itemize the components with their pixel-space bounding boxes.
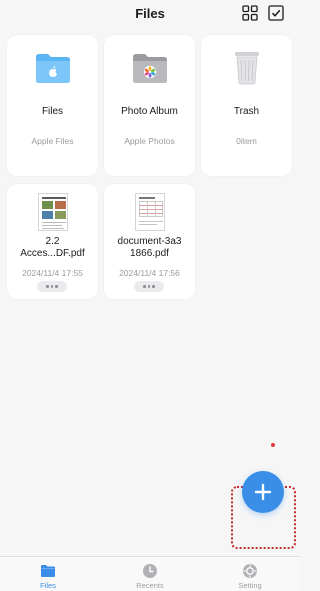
settings-icon xyxy=(243,564,257,578)
checkbox-icon xyxy=(268,5,284,21)
document-title-line2: Acces...DF.pdf xyxy=(20,248,85,259)
more-dot xyxy=(50,285,54,288)
tile-trash[interactable]: Trash 0item xyxy=(201,35,292,176)
more-options-button[interactable] xyxy=(37,281,67,292)
tile-subtitle: 0item xyxy=(236,136,257,146)
document-title-line1: document-3a3 xyxy=(117,236,182,247)
grid-view-button[interactable] xyxy=(241,4,259,22)
tile-title: Trash xyxy=(233,106,260,117)
tile-subtitle: Apple Files xyxy=(31,136,74,146)
photos-folder-icon xyxy=(104,52,195,84)
clock-icon xyxy=(143,564,157,578)
tab-label: Files xyxy=(40,581,56,590)
document-date: 2024/11/4 17:56 xyxy=(119,268,180,278)
tab-setting[interactable]: Setting xyxy=(220,559,280,591)
more-dot xyxy=(152,285,155,288)
tab-recents[interactable]: Recents xyxy=(120,559,180,591)
more-dot xyxy=(147,285,151,288)
tab-label: Setting xyxy=(238,581,262,590)
tab-files[interactable]: Files xyxy=(18,559,78,591)
pdf-thumbnail xyxy=(7,193,98,231)
select-button[interactable] xyxy=(267,4,285,22)
add-button[interactable] xyxy=(242,471,284,513)
more-options-button[interactable] xyxy=(134,281,164,292)
pdf-thumbnail xyxy=(104,193,195,231)
more-dot xyxy=(46,285,49,288)
tile-apple-files[interactable]: Files Apple Files xyxy=(7,35,98,176)
more-dot xyxy=(55,285,58,288)
tile-subtitle: Apple Photos xyxy=(124,136,175,146)
more-dot xyxy=(143,285,146,288)
document-card[interactable]: 2.2 Acces...DF.pdf 2024/11/4 17:55 xyxy=(7,184,98,299)
trash-icon xyxy=(201,49,292,85)
tile-photo-album[interactable]: Photo Album Apple Photos xyxy=(104,35,195,176)
blue-folder-icon xyxy=(7,52,98,84)
grid-icon xyxy=(242,5,258,21)
tile-title: Photo Album xyxy=(121,106,178,117)
tile-title: Files xyxy=(41,106,64,117)
document-card[interactable]: document-3a3 1866.pdf 2024/11/4 17:56 xyxy=(104,184,195,299)
document-date: 2024/11/4 17:55 xyxy=(22,268,83,278)
red-marker-dot xyxy=(271,443,275,447)
document-title-line1: 2.2 xyxy=(45,236,60,247)
files-screen: Files Files Apple Files Photo Album Appl… xyxy=(0,0,300,591)
folder-icon xyxy=(41,565,55,577)
header: Files xyxy=(0,0,300,28)
tab-label: Recents xyxy=(136,581,164,590)
plus-icon xyxy=(254,483,272,501)
document-title-line2: 1866.pdf xyxy=(130,248,169,259)
tab-bar: Files Recents Setting xyxy=(0,556,300,591)
